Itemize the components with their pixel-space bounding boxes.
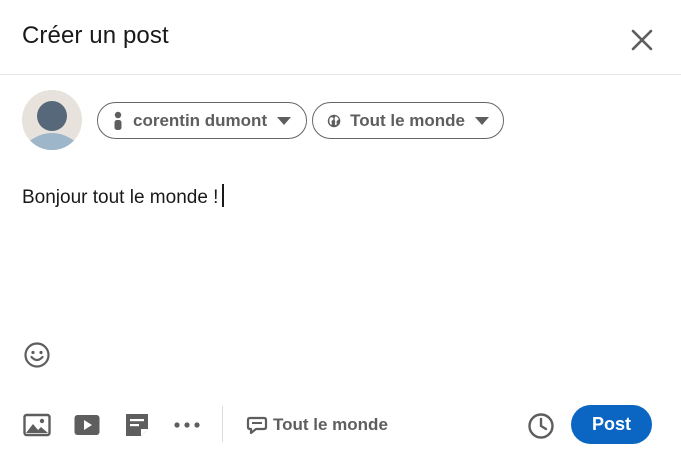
post-text-editor[interactable]: Bonjour tout le monde ! <box>22 184 658 304</box>
emoji-icon <box>24 342 50 368</box>
dialog-title: Créer un post <box>22 22 169 49</box>
avatar <box>22 90 82 150</box>
image-icon <box>23 413 51 437</box>
emoji-button[interactable] <box>22 340 52 370</box>
audience-label: Tout le monde <box>350 110 465 130</box>
comment-control-button[interactable]: Tout le monde <box>246 411 388 439</box>
close-button[interactable] <box>622 20 662 60</box>
post-button[interactable]: Post <box>571 405 652 444</box>
globe-icon <box>327 114 341 127</box>
author-name: corentin dumont <box>133 110 268 130</box>
chevron-down-icon <box>277 116 292 125</box>
more-options-button[interactable] <box>172 410 202 440</box>
close-icon <box>631 29 653 51</box>
add-video-button[interactable] <box>72 410 102 440</box>
audience-selector-button[interactable]: Tout le monde <box>312 102 504 139</box>
add-photo-button[interactable] <box>22 410 52 440</box>
add-document-button[interactable] <box>122 410 152 440</box>
person-icon <box>114 111 122 130</box>
schedule-post-button[interactable] <box>525 410 557 442</box>
post-text: Bonjour tout le monde ! <box>22 187 219 208</box>
author-selector-button[interactable]: corentin dumont <box>97 102 307 139</box>
dialog-header: Créer un post <box>0 0 681 75</box>
toolbar-divider <box>222 406 223 442</box>
text-cursor <box>222 184 224 207</box>
document-icon <box>126 414 148 436</box>
video-icon <box>74 415 100 435</box>
more-icon <box>174 422 200 428</box>
create-post-dialog: Créer un post corentin dumont Tout le mo… <box>0 0 681 461</box>
chevron-down-icon <box>475 116 489 125</box>
clock-icon <box>528 413 554 439</box>
comment-control-label: Tout le monde <box>273 415 388 434</box>
comment-icon <box>246 416 268 435</box>
